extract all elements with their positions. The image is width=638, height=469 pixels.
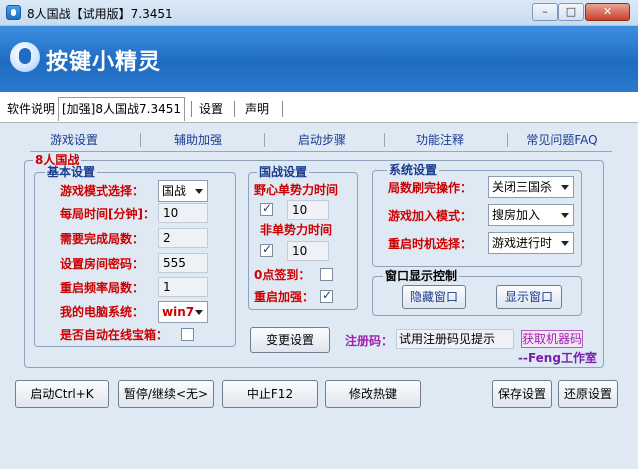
start-button[interactable]: 启动Ctrl+K	[15, 380, 109, 408]
restart-rounds-label: 重启频率局数：	[60, 281, 145, 295]
password-input[interactable]: 555	[158, 253, 208, 273]
restore-settings-button[interactable]: 还原设置	[558, 380, 618, 408]
restart-boost-checkbox[interactable]	[320, 288, 333, 303]
nonwild-time-input[interactable]: 10	[287, 241, 329, 261]
tab-divider	[507, 133, 508, 147]
join-mode-value: 搜房加入	[492, 208, 541, 222]
wild-time-label: 野心单势力时间	[254, 183, 339, 197]
nonwild-time-label: 非单势力时间	[260, 223, 333, 237]
chevron-down-icon	[561, 241, 569, 246]
close-button[interactable]: ✕	[585, 3, 630, 21]
os-label: 我的电脑系统：	[60, 305, 145, 319]
register-input[interactable]: 试用注册码见提示	[396, 329, 514, 349]
tab-game-settings[interactable]: 游戏设置	[30, 131, 118, 149]
restart-rounds-input[interactable]: 1	[158, 277, 208, 297]
os-select[interactable]: win7	[158, 301, 208, 323]
war-settings-title: 国战设置	[257, 165, 310, 179]
wild-time-checkbox[interactable]	[260, 201, 273, 216]
tab-function-notes[interactable]: 功能注释	[392, 131, 488, 149]
chevron-down-icon	[561, 213, 569, 218]
time-label: 每局时间[分钟]：	[60, 207, 155, 221]
time-input[interactable]: 10	[158, 203, 208, 223]
restart-boost-label: 重启加强：	[254, 290, 315, 304]
chevron-down-icon	[195, 189, 203, 194]
show-window-button[interactable]: 显示窗口	[496, 285, 562, 309]
basic-settings-title: 基本设置	[45, 165, 98, 179]
chevron-down-icon	[195, 310, 203, 315]
register-label: 注册码：	[345, 334, 394, 348]
finish-action-select[interactable]: 关闭三国杀	[488, 176, 574, 198]
title-bar: 8人国战【试用版】7.3451 – □ ✕	[0, 0, 638, 26]
tab-assist[interactable]: 辅助加强	[150, 131, 246, 149]
chevron-down-icon	[561, 185, 569, 190]
menu-item-manual[interactable]: 软件说明	[4, 99, 58, 119]
treasure-label: 是否自动在线宝箱：	[60, 328, 169, 342]
tab-start-steps[interactable]: 启动步骤	[274, 131, 370, 149]
tab-divider	[384, 133, 385, 147]
menu-item-settings[interactable]: 设置	[196, 99, 226, 119]
mode-select[interactable]: 国战	[158, 180, 208, 202]
restart-timing-select[interactable]: 游戏进行时	[488, 232, 574, 254]
finish-action-value: 关闭三国杀	[492, 180, 553, 194]
app-icon	[6, 5, 21, 20]
main-panel: 游戏设置 辅助加强 启动步骤 功能注释 常见问题FAQ 8人国战 基本设置 游戏…	[0, 123, 638, 469]
tab-faq[interactable]: 常见问题FAQ	[514, 131, 610, 149]
join-mode-select[interactable]: 搜房加入	[488, 204, 574, 226]
change-settings-button[interactable]: 变更设置	[250, 327, 330, 353]
system-settings-title: 系统设置	[387, 163, 440, 177]
minimize-button[interactable]: –	[532, 3, 558, 21]
rounds-label: 需要完成局数：	[60, 232, 145, 246]
studio-credit: --Feng工作室	[518, 351, 597, 365]
menu-divider	[191, 101, 192, 117]
nonwild-time-checkbox[interactable]	[260, 242, 273, 257]
restart-timing-value: 游戏进行时	[492, 236, 553, 250]
save-settings-button[interactable]: 保存设置	[492, 380, 552, 408]
mode-label: 游戏模式选择：	[60, 184, 145, 198]
modify-hotkey-button[interactable]: 修改热键	[325, 380, 421, 408]
maximize-button[interactable]: □	[558, 3, 584, 21]
window-title: 8人国战【试用版】7.3451	[27, 7, 173, 21]
wild-time-input[interactable]: 10	[287, 200, 329, 220]
pause-resume-button[interactable]: 暂停/继续<无>	[118, 380, 214, 408]
banner-title: 按键小精灵	[46, 50, 162, 75]
tab-underline	[30, 151, 612, 152]
mouse-logo-icon	[10, 42, 40, 72]
restart-timing-label: 重启时机选择：	[388, 237, 473, 251]
menu-row: 软件说明 [加强]8人国战7.3451 设置 声明	[0, 92, 638, 124]
menu-divider	[282, 101, 283, 117]
tab-divider	[140, 133, 141, 147]
hide-window-button[interactable]: 隐藏窗口	[402, 285, 466, 309]
banner: 按键小精灵	[0, 26, 638, 92]
stop-button[interactable]: 中止F12	[222, 380, 318, 408]
tab-divider	[264, 133, 265, 147]
treasure-checkbox[interactable]	[181, 328, 194, 341]
signin-checkbox[interactable]	[320, 268, 333, 281]
get-machine-code-button[interactable]: 获取机器码	[521, 330, 583, 348]
tab-bar: 游戏设置 辅助加强 启动步骤 功能注释 常见问题FAQ	[30, 129, 612, 151]
menu-item-statement[interactable]: 声明	[242, 99, 272, 119]
join-mode-label: 游戏加入模式：	[388, 209, 473, 223]
rounds-input[interactable]: 2	[158, 228, 208, 248]
signin-label: 0点签到：	[254, 268, 311, 282]
os-value: win7	[162, 305, 195, 319]
mode-value: 国战	[162, 184, 187, 198]
finish-action-label: 局数刷完操作：	[388, 181, 473, 195]
menu-item-main[interactable]: [加强]8人国战7.3451	[58, 97, 185, 121]
window-control-title: 窗口显示控制	[383, 269, 460, 283]
password-label: 设置房间密码：	[60, 257, 145, 271]
menu-divider	[234, 101, 235, 117]
